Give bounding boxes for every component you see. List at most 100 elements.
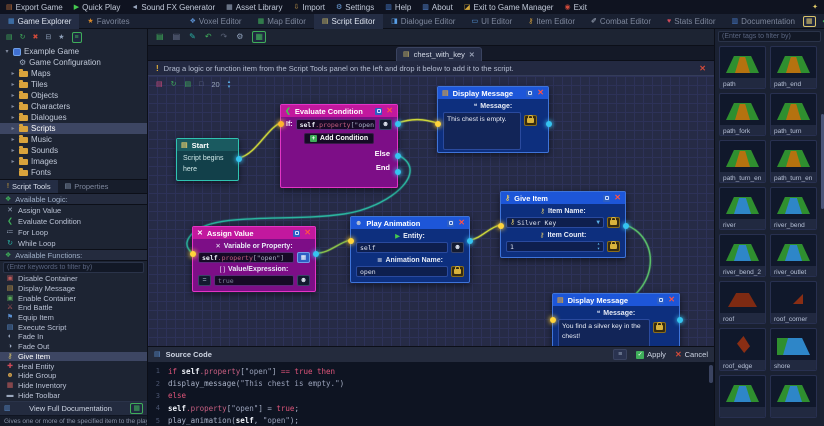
logic-item-for-loop[interactable]: ≔For Loop: [0, 227, 147, 238]
tile-path-fork[interactable]: path_fork: [719, 93, 766, 136]
property-picker-button[interactable]: ▦: [297, 252, 310, 263]
tile-river-bend[interactable]: river_bend: [770, 187, 817, 230]
game-explorer-icon[interactable]: ▦: [8, 18, 15, 25]
import-icon[interactable]: ⇩: [293, 4, 299, 11]
if-output-port[interactable]: [395, 121, 401, 127]
logic-item-assign-value[interactable]: ✕Assign Value: [0, 205, 147, 216]
combat-editor-icon[interactable]: ✐: [591, 18, 597, 25]
save-as-icon[interactable]: ▤: [173, 33, 181, 41]
item-count-input[interactable]: 1 ▴▾: [506, 241, 604, 252]
node-display-message-2[interactable]: ▤ Display Message ✕ ❝ Message: You find …: [552, 293, 680, 346]
grid-view-icon[interactable]: ▦: [803, 16, 816, 27]
expand-arrow-icon[interactable]: ▸: [10, 125, 16, 132]
function-item-fade-in[interactable]: ◐Fade In: [0, 332, 147, 342]
documentation-icon[interactable]: ▥: [732, 18, 739, 25]
view-full-documentation-button[interactable]: ▥ View Full Documentation ▦: [0, 401, 147, 415]
expand-arrow-icon[interactable]: ▸: [10, 114, 16, 121]
lock-button[interactable]: [451, 266, 464, 277]
heal-entity-icon[interactable]: ✚: [6, 363, 14, 370]
lock-button[interactable]: [607, 241, 620, 252]
give-output-port[interactable]: [623, 223, 629, 229]
view-mode-icon[interactable]: ≡: [72, 32, 82, 43]
close-button[interactable]: ✕: [458, 219, 465, 227]
quick-play-icon[interactable]: ▶: [74, 4, 79, 11]
function-item-hide-inventory[interactable]: ▦Hide Inventory: [0, 381, 147, 391]
end-output-port[interactable]: [395, 169, 401, 175]
function-item-equip-item[interactable]: ⚑Equip Item: [0, 313, 147, 323]
wrap-toggle-button[interactable]: ≡: [613, 349, 627, 360]
display2-input-port[interactable]: [550, 317, 556, 323]
tab-game-explorer[interactable]: ▦Game Explorer: [0, 14, 79, 29]
code-scrollbar[interactable]: [709, 365, 713, 383]
fade-in-icon[interactable]: ◐: [6, 333, 14, 340]
function-item-hide-group[interactable]: ☻Hide Group: [0, 371, 147, 381]
entity-input[interactable]: self: [356, 242, 448, 253]
fade-out-icon[interactable]: ◑: [6, 343, 14, 350]
expand-arrow-icon[interactable]: ▾: [4, 48, 10, 55]
rename-script-icon[interactable]: ✎: [189, 33, 196, 41]
help-icon[interactable]: ▥: [385, 4, 392, 11]
tree-item-tiles[interactable]: ▸Tiles: [0, 79, 147, 90]
evaluate-condition-icon[interactable]: ❮: [6, 218, 14, 225]
dialogue-editor-icon[interactable]: ◨: [391, 18, 398, 25]
menu-item-exit-to-game-manager[interactable]: ◪Exit to Game Manager: [464, 3, 554, 12]
tree-item-sounds[interactable]: ▸Sounds: [0, 145, 147, 156]
function-item-enable-container[interactable]: ▣Enable Container: [0, 293, 147, 303]
sound-fx-generator-icon[interactable]: ◄: [131, 4, 138, 11]
menu-item-quick-play[interactable]: ▶Quick Play: [74, 3, 121, 12]
tree-item-maps[interactable]: ▸Maps: [0, 68, 147, 79]
tile-roof-corner[interactable]: roof_corner: [770, 281, 817, 324]
favorites-icon[interactable]: ★: [87, 18, 93, 25]
functions-filter-input[interactable]: [3, 262, 144, 273]
for-loop-icon[interactable]: ≔: [6, 229, 14, 236]
expand-arrow-icon[interactable]: ▸: [10, 136, 16, 143]
else-output-port[interactable]: [395, 153, 401, 159]
minimize-button[interactable]: [293, 230, 300, 237]
tile-path[interactable]: path: [719, 46, 766, 89]
logic-item-while-loop[interactable]: ↻While Loop: [0, 238, 147, 249]
tab-script-tools[interactable]: ! Script Tools: [0, 180, 58, 193]
tile-shore[interactable]: shore: [770, 328, 817, 371]
expand-arrow-icon[interactable]: ▸: [10, 147, 16, 154]
logic-item-evaluate-condition[interactable]: ❮Evaluate Condition: [0, 216, 147, 227]
open-external-icon[interactable]: ▦: [130, 403, 143, 414]
lock-button[interactable]: [607, 217, 620, 228]
tile-river[interactable]: river: [719, 187, 766, 230]
while-loop-icon[interactable]: ↻: [6, 240, 14, 247]
exit-icon[interactable]: ◉: [564, 4, 570, 11]
node-play-animation[interactable]: ☻ Play Animation ✕ ▶ Entity: self ☻ ≣ An…: [350, 216, 470, 283]
end-battle-icon[interactable]: ⚔: [6, 304, 14, 311]
tile-partial[interactable]: [719, 375, 766, 418]
entity-picker-button[interactable]: ☻: [451, 242, 464, 253]
favorite-icon[interactable]: ★: [58, 34, 64, 41]
display1-output-port[interactable]: [546, 121, 552, 127]
grid-size-stepper[interactable]: ▴▾: [228, 80, 231, 89]
assign-output-port[interactable]: [313, 251, 319, 257]
redo-icon[interactable]: ↷: [221, 33, 228, 41]
refresh-graph-icon[interactable]: ↻: [171, 81, 177, 88]
map-editor-icon[interactable]: ▦: [258, 18, 265, 25]
paste-node-icon[interactable]: ▤: [185, 81, 192, 88]
function-item-disable-container[interactable]: ▣Disable Container: [0, 274, 147, 284]
entity-picker-button[interactable]: ☻: [297, 275, 310, 286]
copy-node-icon[interactable]: ▤: [156, 81, 163, 88]
tab-stats-editor[interactable]: ♥Stats Editor: [659, 14, 724, 29]
tab-favorites[interactable]: ★Favorites: [79, 14, 137, 29]
count-stepper[interactable]: ▴▾: [597, 242, 600, 251]
expand-arrow-icon[interactable]: ▸: [10, 158, 16, 165]
stats-editor-icon[interactable]: ♥: [667, 18, 671, 25]
node-display-message-1[interactable]: ▤ Display Message ✕ ❝ Message: This ches…: [437, 86, 549, 153]
tree-item-objects[interactable]: ▸Objects: [0, 90, 147, 101]
assign-value-icon[interactable]: ✕: [6, 207, 14, 214]
menu-item-settings[interactable]: ⚙Settings: [336, 3, 374, 12]
cancel-button[interactable]: ✕ Cancel: [675, 350, 708, 359]
function-item-execute-script[interactable]: ▤Execute Script: [0, 322, 147, 332]
snap-grid-icon[interactable]: □: [199, 81, 203, 88]
tile-path-turn-en[interactable]: path_turn_en: [719, 140, 766, 183]
item-editor-icon[interactable]: ⚷: [528, 18, 533, 25]
tree-item-fonts[interactable]: Fonts: [0, 167, 147, 178]
lock-button[interactable]: [653, 322, 666, 333]
function-item-end-battle[interactable]: ⚔End Battle: [0, 303, 147, 313]
expand-arrow-icon[interactable]: ▸: [10, 81, 16, 88]
exit-to-game-manager-icon[interactable]: ◪: [464, 4, 471, 11]
